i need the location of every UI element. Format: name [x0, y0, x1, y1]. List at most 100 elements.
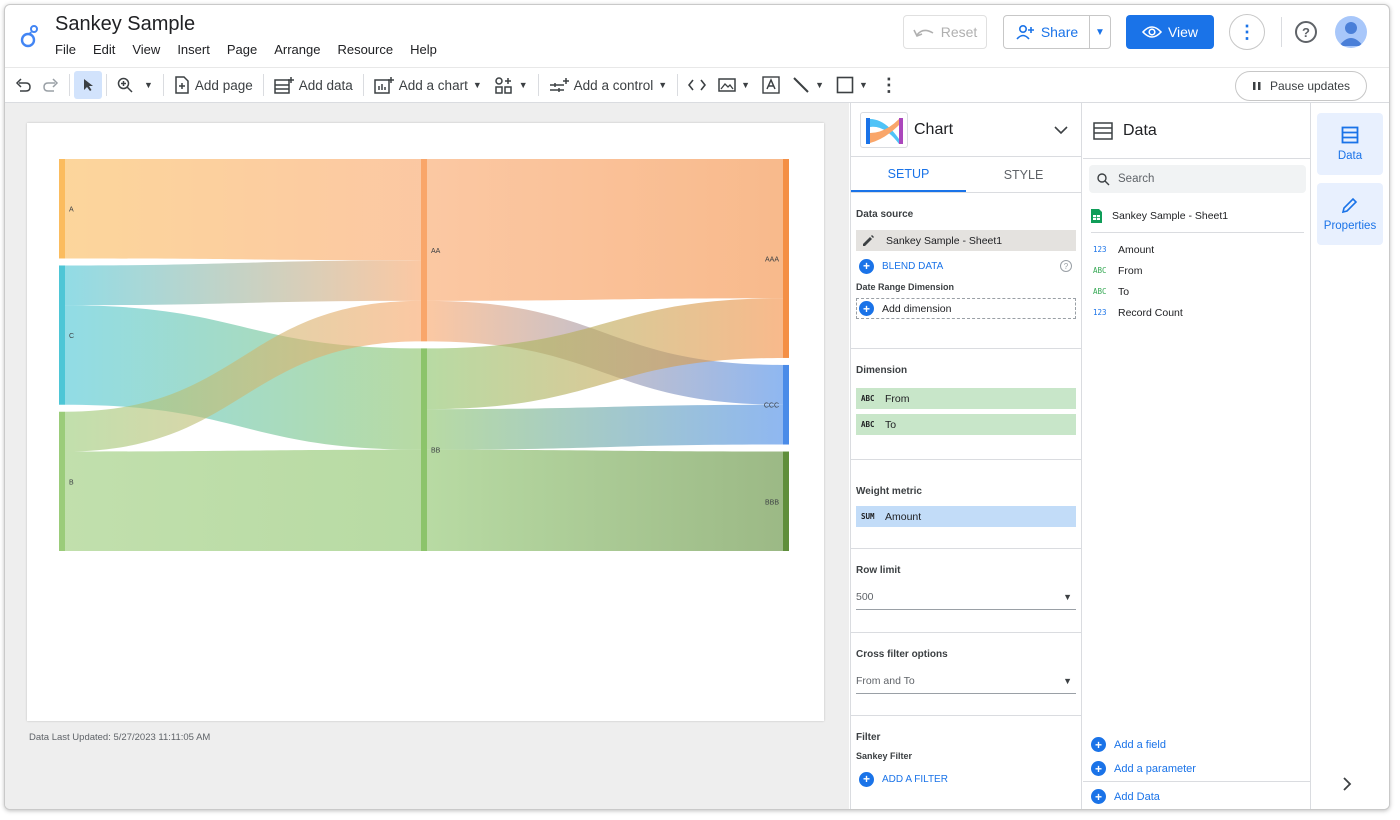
menu-arrange[interactable]: Arrange [274, 42, 320, 57]
row-limit-select[interactable]: 500 ▼ [856, 584, 1076, 610]
sankey-node-aaa[interactable] [783, 159, 789, 358]
chart-type-selector[interactable]: Chart [851, 103, 1081, 157]
number-type-icon: 123 [1093, 245, 1107, 254]
chevron-down-icon: ▼ [815, 80, 824, 90]
sankey-node-bbb[interactable] [783, 451, 789, 551]
add-data-button[interactable]: + Add Data [1083, 781, 1310, 809]
sankey-link-aa-aaa[interactable] [427, 159, 783, 301]
chevron-right-icon[interactable] [1342, 775, 1352, 796]
menu-edit[interactable]: Edit [93, 42, 115, 57]
undo-button[interactable] [9, 71, 37, 99]
rectangle-icon [836, 76, 854, 94]
sankey-link-c-aa[interactable] [65, 260, 421, 306]
add-page-button[interactable]: Add page [168, 71, 259, 99]
text-type-icon: ABC [1093, 287, 1107, 296]
properties-rail-button[interactable]: Properties [1317, 183, 1383, 245]
more-options-button[interactable]: ⋮ [1229, 14, 1265, 50]
zoom-button[interactable]: ▼ [111, 71, 159, 99]
looker-studio-logo-icon[interactable] [19, 23, 41, 49]
menu-page[interactable]: Page [227, 42, 257, 57]
view-button[interactable]: View [1126, 15, 1214, 49]
code-icon [688, 79, 707, 91]
data-panel-header: Data [1083, 103, 1310, 159]
tab-style[interactable]: STYLE [966, 157, 1081, 192]
sankey-chart[interactable]: A C B AA BB AAA CCC BBB [27, 123, 824, 721]
chevron-down-icon[interactable] [1049, 122, 1073, 138]
shape-button[interactable]: ▼ [830, 71, 874, 99]
share-label: Share [1040, 24, 1079, 40]
image-button[interactable]: ▼ [712, 71, 756, 99]
chevron-down-icon: ▼ [741, 80, 751, 90]
sankey-node-aa[interactable] [421, 159, 427, 342]
add-parameter-button[interactable]: + Add a parameter [1091, 761, 1196, 776]
add-dimension-label: Add dimension [882, 302, 952, 315]
search-icon [1097, 172, 1110, 185]
more-tools-button[interactable]: ⋮ [874, 71, 904, 99]
cross-filter-select[interactable]: From and To ▼ [856, 668, 1076, 694]
dimension-from-chip[interactable]: ABC From [856, 388, 1076, 409]
sankey-node-ccc[interactable] [783, 364, 789, 445]
sankey-link-bb-bbb[interactable] [427, 449, 783, 551]
help-icon[interactable]: ? [1295, 21, 1317, 43]
select-tool-button[interactable] [74, 71, 102, 99]
share-button[interactable]: Share ▼ [1003, 15, 1111, 49]
field-search-input[interactable]: Search [1089, 165, 1306, 193]
sankey-node-b[interactable] [59, 411, 65, 551]
add-control-icon [549, 78, 569, 92]
add-filter-button[interactable]: + ADD A FILTER [856, 769, 1076, 789]
sankey-node-a[interactable] [59, 159, 65, 259]
menu-file[interactable]: File [55, 42, 76, 57]
add-control-button[interactable]: Add a control ▼ [543, 71, 673, 99]
add-chart-button[interactable]: Add a chart ▼ [368, 71, 488, 99]
dimension-to-chip[interactable]: ABC To [856, 414, 1076, 435]
data-source-field[interactable]: Sankey Sample - Sheet1 [856, 230, 1076, 251]
share-dropdown-icon[interactable]: ▼ [1090, 27, 1110, 38]
field-item-amount[interactable]: 123 Amount [1083, 239, 1310, 260]
sankey-link-b-bb[interactable] [65, 449, 421, 551]
line-icon [793, 77, 809, 93]
cross-filter-label: Cross filter options [856, 649, 948, 660]
add-chart-label: Add a chart [398, 77, 468, 93]
reset-icon [912, 29, 934, 38]
report-page[interactable]: A C B AA BB AAA CCC BBB [27, 123, 824, 721]
menu-view[interactable]: View [132, 42, 160, 57]
community-viz-button[interactable]: ▼ [488, 71, 534, 99]
metric-amount-chip[interactable]: SUM Amount [856, 506, 1076, 527]
sankey-node-bb[interactable] [421, 348, 427, 551]
add-data-button[interactable]: Add data [268, 71, 359, 99]
redo-icon [43, 78, 59, 92]
report-title[interactable]: Sankey Sample [55, 13, 195, 36]
menu-insert[interactable]: Insert [177, 42, 210, 57]
field-name: From [1118, 264, 1143, 277]
field-item-from[interactable]: ABC From [1083, 260, 1310, 281]
data-source-item[interactable]: Sankey Sample - Sheet1 [1091, 199, 1304, 233]
chevron-down-icon: ▼ [144, 80, 153, 90]
tab-setup[interactable]: SETUP [851, 157, 966, 192]
add-dimension-button[interactable]: + Add dimension [856, 298, 1076, 319]
add-page-icon [175, 76, 189, 94]
toolbar-divider [69, 74, 70, 96]
sankey-link-bb-ccc[interactable] [427, 404, 783, 450]
help-icon[interactable]: ? [1060, 260, 1072, 272]
field-item-to[interactable]: ABC To [1083, 281, 1310, 302]
avatar[interactable] [1335, 16, 1367, 48]
menu-help[interactable]: Help [410, 42, 437, 57]
embed-url-button[interactable] [682, 71, 712, 99]
menu-bar: File Edit View Insert Page Arrange Resou… [55, 42, 454, 57]
row-limit-label: Row limit [856, 565, 901, 576]
data-rail-button[interactable]: Data [1317, 113, 1383, 175]
add-field-button[interactable]: + Add a field [1091, 737, 1166, 752]
sankey-link-a-aa[interactable] [65, 159, 421, 261]
pause-updates-button[interactable]: Pause updates [1235, 71, 1367, 101]
redo-button[interactable] [37, 71, 65, 99]
menu-resource[interactable]: Resource [337, 42, 393, 57]
cursor-icon [84, 79, 93, 91]
reset-button[interactable]: Reset [903, 15, 987, 49]
text-button[interactable] [756, 71, 786, 99]
line-button[interactable]: ▼ [786, 71, 830, 99]
sankey-node-c[interactable] [59, 265, 65, 405]
field-item-record-count[interactable]: 123 Record Count [1083, 302, 1310, 323]
blend-data-button[interactable]: + BLEND DATA ? [856, 256, 1076, 276]
share-main[interactable]: Share [1004, 16, 1090, 48]
text-type-icon: ABC [861, 420, 875, 429]
